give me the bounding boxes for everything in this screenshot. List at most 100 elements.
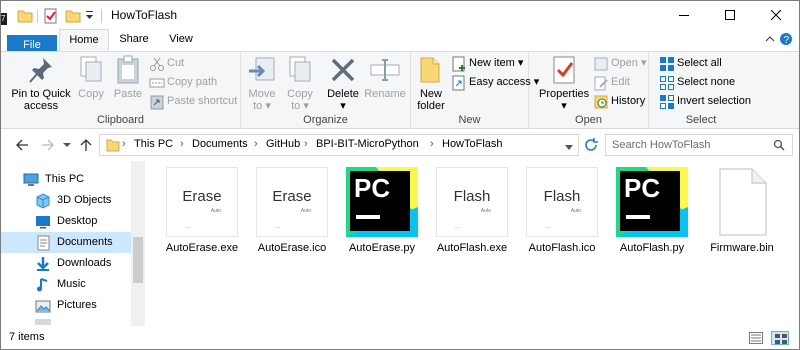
file-item-autoflash-py[interactable]: PC AutoFlash.py xyxy=(607,167,697,254)
explorer-window: 7 o 4 HowToFlash File Home Share xyxy=(0,0,800,350)
rename-button[interactable]: Rename xyxy=(363,54,407,100)
tab-share[interactable]: Share xyxy=(113,29,155,51)
collapse-ribbon-icon[interactable] xyxy=(765,34,775,46)
open-button[interactable]: Open ▾ xyxy=(593,55,647,72)
move-to-button[interactable]: Move to ▾ xyxy=(245,54,279,112)
new-folder-button[interactable]: New folder xyxy=(413,54,449,112)
file-item-autoerase-exe[interactable]: Erase Auto ... AutoErase.exe xyxy=(157,167,247,254)
cube-icon xyxy=(35,193,51,209)
erase-thumbnail: Erase Auto ... xyxy=(166,167,238,237)
up-arrow-icon[interactable] xyxy=(79,138,93,155)
nav-item-downloads[interactable]: Downloads xyxy=(1,253,131,274)
file-item-autoflash-exe[interactable]: Flash Auto ... AutoFlash.exe xyxy=(427,167,517,254)
maximize-button[interactable] xyxy=(707,1,753,29)
pc-icon xyxy=(23,172,39,188)
forward-arrow-icon[interactable] xyxy=(41,138,55,155)
file-item-autoflash-ico[interactable]: Flash Auto ... AutoFlash.ico xyxy=(517,167,607,254)
new-folder-qat-icon[interactable] xyxy=(65,8,81,27)
file-item-autoerase-py[interactable]: PC AutoErase.py xyxy=(337,167,427,254)
nav-item-music[interactable]: Music xyxy=(1,274,131,295)
breadcrumb-github[interactable]: GitHub xyxy=(266,138,300,150)
nav-item-this-pc[interactable]: This PC xyxy=(1,169,131,190)
status-bar: 7 items xyxy=(1,326,799,349)
title-bar: HowToFlash xyxy=(7,1,799,29)
minimize-button[interactable] xyxy=(661,1,707,29)
nav-item-documents[interactable]: Documents xyxy=(1,232,131,253)
breadcrumb-howtoflash[interactable]: HowToFlash xyxy=(442,138,503,150)
blank-file-icon xyxy=(706,167,778,237)
pin-icon xyxy=(25,54,57,86)
paste-shortcut-button[interactable]: Paste shortcut xyxy=(149,93,237,110)
recent-locations-icon[interactable] xyxy=(63,140,71,152)
open-group-label: Open xyxy=(575,114,602,126)
cut-button[interactable]: Cut xyxy=(149,55,184,72)
scissors-icon xyxy=(149,56,165,72)
nav-pane-scrollbar-thumb[interactable] xyxy=(133,237,143,283)
open-group: Properties ▾ Open ▾ Edit History Open xyxy=(529,52,649,129)
file-list: Erase Auto ... AutoErase.exe Erase Auto … xyxy=(149,161,799,326)
navigation-bar: › This PC › Documents › GitHub › BPI-BIT… xyxy=(1,129,799,161)
rename-icon xyxy=(369,54,401,86)
folder-icon xyxy=(106,138,120,155)
history-icon xyxy=(593,94,609,110)
search-icon xyxy=(773,139,785,154)
invert-selection-icon xyxy=(659,94,675,110)
easy-access-button[interactable]: Easy access ▾ xyxy=(451,74,539,91)
help-icon[interactable]: ? xyxy=(779,32,793,49)
select-all-icon xyxy=(659,56,675,72)
new-group-label: New xyxy=(458,114,481,126)
file-item-autoerase-ico[interactable]: Erase Auto ... AutoErase.ico xyxy=(247,167,337,254)
easy-access-icon xyxy=(451,75,467,91)
new-item-button[interactable]: New item ▾ xyxy=(451,55,523,72)
copy-button[interactable]: Copy xyxy=(75,54,107,100)
pycharm-icon: PC xyxy=(346,167,418,237)
organize-group-label: Organize xyxy=(303,114,348,126)
large-icons-view-icon[interactable] xyxy=(771,331,789,345)
close-button[interactable] xyxy=(753,1,799,29)
properties-check-icon[interactable] xyxy=(43,8,59,27)
copy-path-button[interactable]: Copy path xyxy=(149,74,217,91)
history-button[interactable]: History xyxy=(593,93,645,110)
music-icon xyxy=(35,277,51,293)
delete-x-icon xyxy=(327,54,359,86)
invert-selection-button[interactable]: Invert selection xyxy=(659,93,751,110)
copy-to-icon xyxy=(284,54,316,86)
window-title: HowToFlash xyxy=(111,8,178,22)
select-group-label: Select xyxy=(685,114,717,126)
breadcrumb-bpi-bit[interactable]: BPI-BIT-MicroPython xyxy=(316,138,419,150)
nav-item-pictures[interactable]: Pictures xyxy=(1,295,131,316)
breadcrumb-this-pc[interactable]: This PC xyxy=(134,138,173,150)
paste-icon xyxy=(112,54,144,86)
erase-thumbnail: Erase Auto ... xyxy=(256,167,328,237)
file-item-firmware-bin[interactable]: Firmware.bin xyxy=(697,167,787,254)
paste-button[interactable]: Paste xyxy=(111,54,145,100)
item-count: 7 items xyxy=(9,331,45,343)
select-none-button[interactable]: Select none xyxy=(659,74,735,91)
address-dropdown-icon[interactable] xyxy=(565,142,573,154)
nav-item-3d-objects[interactable]: 3D Objects xyxy=(1,190,131,211)
search-input[interactable]: Search HowToFlash xyxy=(605,134,793,156)
select-group: Select all Select none Invert selection … xyxy=(649,52,753,129)
svg-text:?: ? xyxy=(784,35,790,46)
open-icon xyxy=(593,56,609,72)
flash-thumbnail: Flash Auto ... xyxy=(436,167,508,237)
address-bar[interactable]: › This PC › Documents › GitHub › BPI-BIT… xyxy=(99,134,579,156)
edit-button[interactable]: Edit xyxy=(593,74,630,91)
tab-home[interactable]: Home xyxy=(59,29,109,52)
pin-to-quick-access-button[interactable]: Pin to Quick access xyxy=(11,54,71,112)
clipboard-group: Pin to Quick access Copy Paste Cut Copy … xyxy=(1,52,241,129)
qat-customize-icon[interactable] xyxy=(85,9,95,24)
properties-button[interactable]: Properties ▾ xyxy=(539,54,589,112)
paste-shortcut-icon xyxy=(149,94,165,110)
copy-to-button[interactable]: Copy to ▾ xyxy=(283,54,317,112)
tab-view[interactable]: View xyxy=(161,29,201,51)
breadcrumb-documents[interactable]: Documents xyxy=(192,138,248,150)
refresh-icon[interactable] xyxy=(583,137,599,156)
details-view-icon[interactable] xyxy=(749,332,763,347)
folder-icon[interactable] xyxy=(17,8,33,27)
nav-item-desktop[interactable]: Desktop xyxy=(1,211,131,232)
ribbon: Pin to Quick access Copy Paste Cut Copy … xyxy=(1,51,799,129)
back-arrow-icon[interactable] xyxy=(15,138,29,155)
delete-button[interactable]: Delete ▾ xyxy=(323,54,363,112)
select-all-button[interactable]: Select all xyxy=(659,55,722,72)
